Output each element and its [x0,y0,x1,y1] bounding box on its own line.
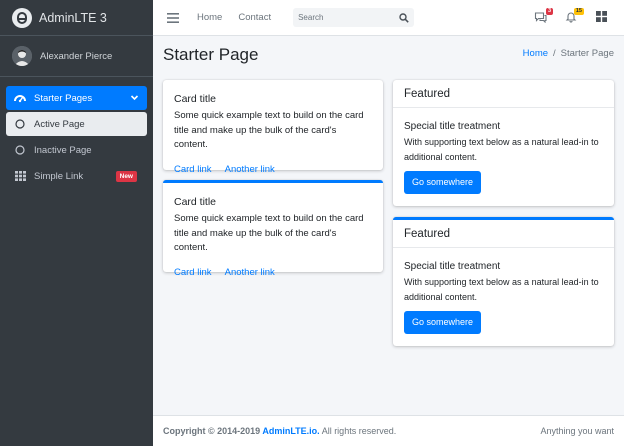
card-title: Card title [174,93,217,105]
breadcrumb-current: Starter Page [560,48,614,59]
card-2: Card title Some quick example text to bu… [163,180,383,278]
card-text: Some quick example text to build on the … [174,110,364,150]
messages-count-badge: 3 [545,8,553,15]
featured-card-2: Featured Special title treatment With su… [393,217,614,346]
feature-title: Special title treatment [404,121,501,132]
navbar-right: 3 15 [517,8,610,24]
th-large-icon [596,11,610,22]
brand-link[interactable]: AdminLTE 3 [0,0,153,36]
messages-button[interactable]: 3 [534,8,553,24]
featured-card-1: Featured Special title treatment With su… [393,80,614,206]
sidebar-item-inactive-page[interactable]: Inactive Page [6,138,147,162]
sidebar-item-label: Active Page [34,118,85,130]
sidebar-nav: Starter Pages Active Page Inactive Page … [0,77,153,188]
rights-text: All rights reserved. [321,426,397,436]
search-icon[interactable] [399,12,409,23]
main-sidebar: AdminLTE 3 Alexander Pierce Starter Page… [0,0,153,446]
notifications-button[interactable]: 15 [565,8,584,24]
card-header: Featured [393,80,614,108]
sidebar-item-starter-pages[interactable]: Starter Pages [6,86,147,110]
footer-link[interactable]: AdminLTE.io. [262,426,319,436]
circle-icon [14,118,26,130]
breadcrumb-home[interactable]: Home [523,48,548,59]
card-text: Some quick example text to build on the … [174,213,364,253]
breadcrumb: Home / Starter Page [523,48,614,59]
go-somewhere-button[interactable]: Go somewhere [404,171,482,194]
sidebar-item-label: Inactive Page [34,144,92,156]
feature-text: With supporting text below as a natural … [404,277,599,302]
card-link[interactable]: Card link [174,267,212,278]
card-link[interactable]: Card link [174,164,212,175]
footer-right-text: Anything you want [540,426,614,436]
sidebar-item-simple-link[interactable]: Simple Link New [6,164,147,188]
adminlte-logo-icon [12,7,32,28]
user-name: Alexander Pierce [40,50,113,62]
new-badge: New [115,171,137,182]
avatar [12,46,32,66]
circle-icon [14,144,26,156]
chevron-down-icon [130,93,139,102]
card-1: Card title Some quick example text to bu… [163,80,383,175]
card-title: Card title [174,196,217,208]
top-navbar: Home Contact 3 15 [153,0,624,36]
another-link[interactable]: Another link [225,164,275,175]
sidebar-item-label: Simple Link [34,170,84,182]
brand-name: AdminLTE 3 [39,10,107,25]
user-panel[interactable]: Alexander Pierce [0,36,153,77]
copyright-text: Copyright © 2014-2019 [163,426,261,436]
page-title: Starter Page [163,45,259,64]
grid-icon [14,170,26,182]
nav-link-home[interactable]: Home [197,12,222,23]
go-somewhere-button[interactable]: Go somewhere [404,311,482,334]
dashboard-icon [14,92,26,104]
sidebar-item-active-page[interactable]: Active Page [6,112,147,136]
footer-copyright: Copyright © 2014-2019 AdminLTE.io. All r… [163,426,396,436]
card-header: Featured [393,220,614,248]
menu-toggle-icon[interactable] [167,12,179,23]
nav-link-contact[interactable]: Contact [238,12,271,23]
sidebar-item-label: Starter Pages [34,92,93,104]
notifications-count-badge: 15 [573,8,584,15]
search-box [293,8,415,27]
feature-title: Special title treatment [404,261,501,272]
control-sidebar-button[interactable] [596,11,610,24]
another-link[interactable]: Another link [225,267,275,278]
feature-text: With supporting text below as a natural … [404,137,599,162]
main-footer: Copyright © 2014-2019 AdminLTE.io. All r… [153,415,624,446]
breadcrumb-separator: / [553,48,556,59]
search-input[interactable] [298,13,389,22]
